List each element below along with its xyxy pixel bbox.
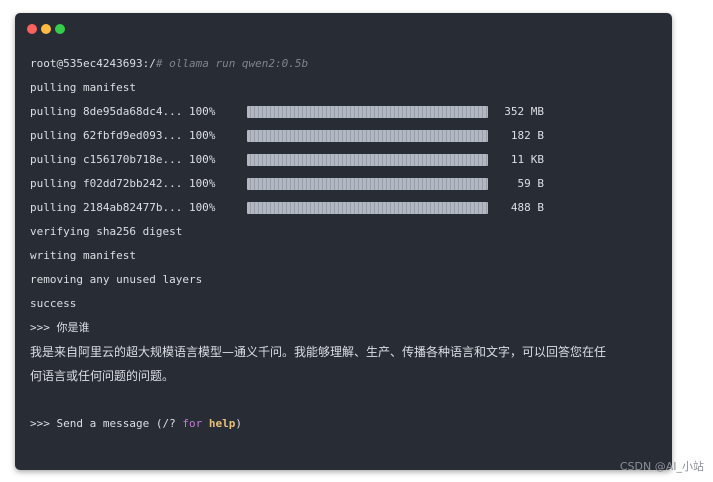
- input-suffix: ): [235, 417, 242, 430]
- command-text: # ollama run qwen2:0.5b: [155, 57, 309, 70]
- pull-size: 11 KB: [510, 153, 544, 166]
- terminal-window: root@535ec4243693:/# ollama run qwen2:0.…: [15, 13, 672, 470]
- pull-size: 488 B: [510, 201, 544, 214]
- pull-row: pulling c156170b718e... 100% 11 KB: [30, 148, 650, 172]
- pull-size: 182 B: [510, 129, 544, 142]
- user-prompt-line: >>> 你是谁: [30, 321, 90, 334]
- progress-bar: [247, 202, 488, 214]
- success-line: success: [30, 297, 77, 310]
- verifying-line: verifying sha256 digest: [30, 225, 183, 238]
- maximize-dot-icon[interactable]: [55, 24, 65, 34]
- pull-label: pulling 62fbfd9ed093... 100%: [30, 129, 216, 142]
- pull-row: pulling f02dd72bb242... 100% 59 B: [30, 172, 650, 196]
- removing-layers-line: removing any unused layers: [30, 273, 203, 286]
- progress-bar: [247, 178, 488, 190]
- command-line: root@535ec4243693:/# ollama run qwen2:0.…: [30, 52, 650, 76]
- progress-bar: [247, 130, 488, 142]
- writing-manifest-line: writing manifest: [30, 249, 136, 262]
- close-dot-icon[interactable]: [27, 24, 37, 34]
- progress-bar: [247, 106, 488, 118]
- message-input[interactable]: >>> Send a message (/? for help): [30, 412, 650, 436]
- watermark: CSDN @AI_小站: [619, 460, 704, 473]
- input-prefix: >>> Send a message (/?: [30, 417, 183, 430]
- input-for-keyword: for: [182, 417, 203, 430]
- minimize-dot-icon[interactable]: [41, 24, 51, 34]
- pull-row: pulling 8de95da68dc4... 100% 352 MB: [30, 100, 650, 124]
- pull-size: 352 MB: [504, 105, 544, 118]
- model-response: 我是来自阿里云的超大规模语言模型—通义千问。我能够理解、生产、传播各种语言和文字…: [30, 345, 607, 383]
- shell-prompt: root@535ec4243693:/: [30, 57, 156, 70]
- pull-label: pulling c156170b718e... 100%: [30, 153, 216, 166]
- input-help-keyword: help: [208, 417, 236, 430]
- pull-size: 59 B: [517, 177, 545, 190]
- progress-bar: [247, 154, 488, 166]
- pull-label: pulling 8de95da68dc4... 100%: [30, 105, 216, 118]
- pull-row: pulling 2184ab82477b... 100% 488 B: [30, 196, 650, 220]
- pull-row: pulling 62fbfd9ed093... 100% 182 B: [30, 124, 650, 148]
- pulling-manifest-line: pulling manifest: [30, 81, 136, 94]
- pull-label: pulling f02dd72bb242... 100%: [30, 177, 216, 190]
- pull-label: pulling 2184ab82477b... 100%: [30, 201, 216, 214]
- terminal-output: root@535ec4243693:/# ollama run qwen2:0.…: [30, 52, 650, 436]
